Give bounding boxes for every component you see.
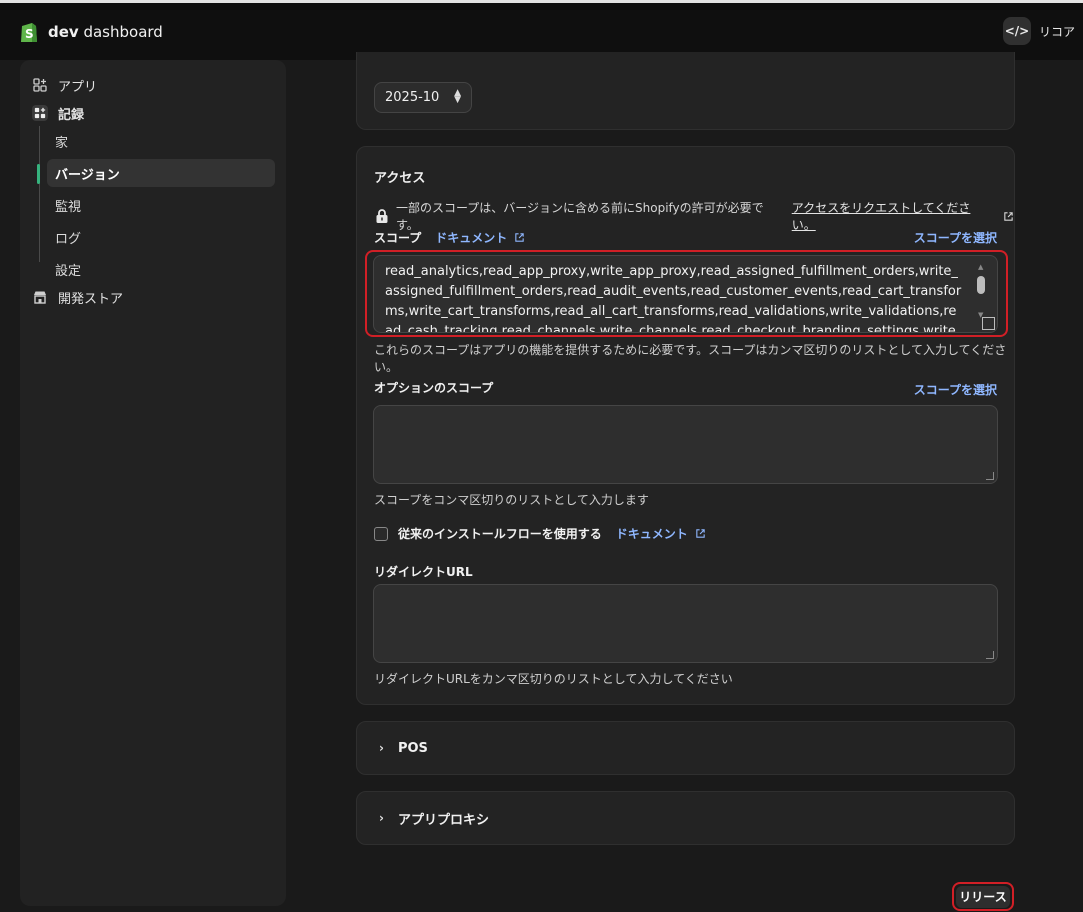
- release-highlight-box: リリース: [952, 882, 1014, 911]
- doc-link-text: ドキュメント: [435, 231, 508, 245]
- sidebar-item-home[interactable]: 家: [55, 129, 68, 153]
- select-scopes-link[interactable]: スコープを選択: [914, 229, 997, 246]
- access-title: アクセス: [374, 171, 426, 186]
- redirect-url-textarea[interactable]: [373, 584, 998, 663]
- resize-grip-icon[interactable]: [986, 472, 994, 480]
- brand-title: dev dashboard: [48, 23, 163, 41]
- scroll-thumb[interactable]: [977, 276, 985, 294]
- sidebar-item-settings[interactable]: 設定: [55, 257, 81, 281]
- access-notice: 一部のスコープは、バージョンに含める前にShopifyの許可が必要です。 アクセ…: [374, 199, 1014, 233]
- store-name: リコア: [1038, 24, 1075, 39]
- sidebar-item-monitoring[interactable]: 監視: [55, 193, 81, 217]
- pos-section[interactable]: › POS: [356, 721, 1015, 775]
- scroll-up-icon[interactable]: ▲: [978, 264, 983, 271]
- pos-section-label: POS: [397, 740, 428, 756]
- external-link-icon: [696, 529, 705, 538]
- scopes-label: スコープ: [374, 231, 422, 245]
- redirect-url-label: リダイレクトURL: [374, 563, 473, 580]
- shopify-logo-icon: S: [21, 23, 37, 42]
- external-link-icon: [515, 233, 525, 242]
- apps-grid-icon: [32, 105, 48, 121]
- lock-icon: [376, 209, 388, 223]
- chevron-right-icon: ›: [379, 811, 384, 825]
- scopes-label-row: スコープ ドキュメント: [374, 229, 525, 246]
- sidebar-item-logs[interactable]: ログ: [55, 225, 81, 249]
- select-caret-icon: ▲ ▼: [454, 88, 461, 105]
- sidebar-item-dev-stores[interactable]: 開発ストア: [32, 285, 123, 309]
- sidebar: アプリ 記録 家 バージョン 監視 ログ 設定 開発ストア: [20, 60, 286, 906]
- optional-scopes-textarea[interactable]: [373, 405, 998, 484]
- redirect-url-help-text: リダイレクトURLをカンマ区切りのリストとして入力してください: [374, 672, 733, 686]
- legacy-doc-link[interactable]: ドキュメント: [616, 525, 706, 542]
- optional-scopes-label: オプションのスコープ: [374, 379, 493, 396]
- resize-grip-icon[interactable]: [986, 651, 994, 659]
- notice-text: 一部のスコープは、バージョンに含める前にShopifyの許可が必要です。: [395, 201, 764, 232]
- store-icon: [32, 289, 48, 305]
- legacy-install-checkbox[interactable]: [374, 526, 388, 541]
- scopes-help-text: これらのスコープはアプリの機能を提供するために必要です。スコープはカンマ区切りの…: [374, 343, 1007, 374]
- release-button[interactable]: リリース: [956, 885, 1010, 908]
- external-link-icon: [1004, 211, 1013, 221]
- scopes-doc-link[interactable]: ドキュメント: [435, 229, 525, 246]
- optional-scopes-help-text: スコープをコンマ区切りのリストとして入力します: [374, 493, 649, 507]
- sidebar-item-label: 記録: [58, 107, 85, 123]
- scopes-textarea[interactable]: read_analytics,read_app_proxy,write_app_…: [373, 255, 998, 333]
- svg-text:S: S: [25, 27, 34, 41]
- app-proxy-section[interactable]: › アプリプロキシ: [356, 791, 1015, 845]
- sidebar-item-apps[interactable]: アプリ: [32, 73, 97, 97]
- active-indicator: [37, 164, 40, 184]
- access-card: アクセス 一部のスコープは、バージョンに含める前にShopifyの許可が必要です…: [356, 146, 1015, 705]
- scopes-value: read_analytics,read_app_proxy,write_app_…: [385, 264, 963, 333]
- app-proxy-section-label: アプリプロキシ: [397, 812, 489, 828]
- request-access-link[interactable]: アクセスをリクエストしてください。: [792, 199, 994, 233]
- sidebar-item-versions[interactable]: バージョン: [47, 159, 275, 187]
- sidebar-item-records[interactable]: 記録: [32, 101, 84, 125]
- redirect-url-label-text: リダイレクトURL: [374, 565, 473, 579]
- resize-handle[interactable]: [982, 317, 995, 330]
- optional-scopes-label-text: オプションのスコープ: [374, 381, 494, 395]
- sub-nav-line: [39, 126, 40, 262]
- optional-select-scopes-link[interactable]: スコープを選択: [914, 381, 997, 398]
- sidebar-item-label: 開発ストア: [58, 291, 124, 307]
- api-version-value: 2025-10: [385, 90, 440, 105]
- doc-link-text: ドキュメント: [615, 527, 688, 541]
- legacy-install-label: 従来のインストールフローを使用する: [398, 527, 602, 541]
- code-icon[interactable]: </>: [1002, 17, 1031, 45]
- api-version-select[interactable]: 2025-10 ▲ ▼: [374, 82, 472, 113]
- scopes-scrollbar[interactable]: ▲ ▼: [975, 264, 987, 320]
- webhook-version-card: 2025-10 ▲ ▼: [356, 52, 1015, 130]
- apps-icon: [32, 77, 48, 93]
- sidebar-item-label: アプリ: [58, 79, 98, 95]
- store-switcher[interactable]: </> リコア: [1002, 17, 1075, 45]
- top-bar: S dev dashboard </> リコア: [0, 0, 1083, 60]
- legacy-install-row: 従来のインストールフローを使用する ドキュメント: [374, 525, 706, 542]
- chevron-right-icon: ›: [379, 741, 384, 755]
- brand[interactable]: S dev dashboard: [18, 20, 163, 44]
